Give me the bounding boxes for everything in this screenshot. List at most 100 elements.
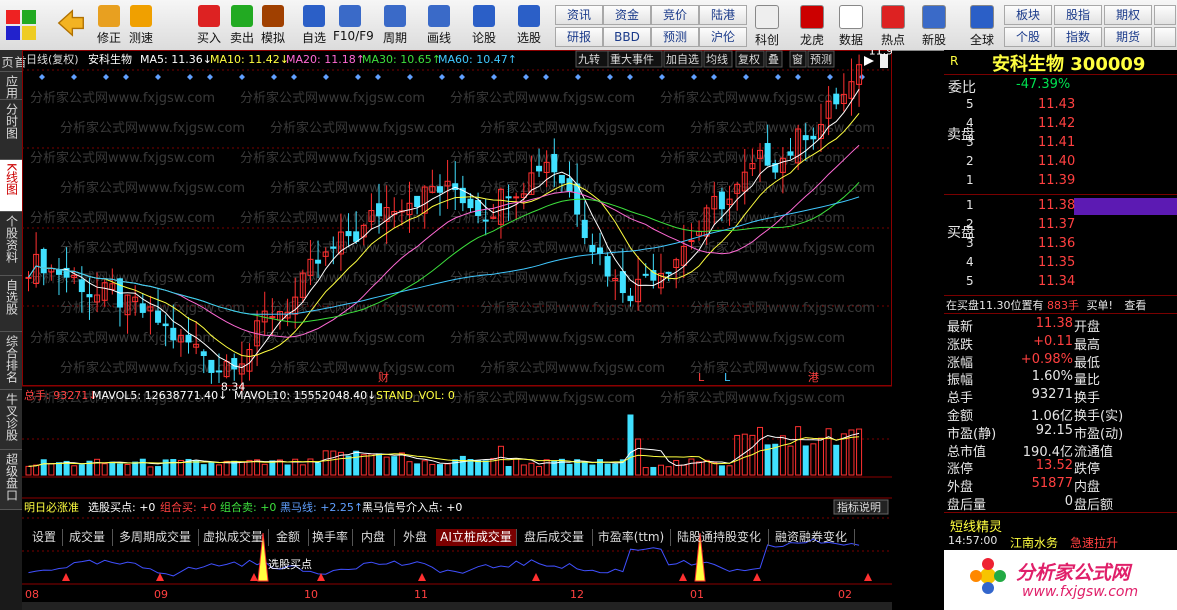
toolbar-right-button-3[interactable]: 热点 [876,2,910,48]
event-marker-icon[interactable] [711,74,717,80]
bid-price[interactable]: 11.38 [1038,198,1075,213]
event-marker-icon[interactable] [291,74,297,80]
event-marker-icon[interactable] [207,74,213,80]
event-marker-icon[interactable] [71,74,77,80]
event-marker-icon[interactable] [575,74,581,80]
bid-price[interactable]: 11.34 [1038,274,1075,289]
more-button[interactable] [1154,5,1176,25]
event-marker-icon[interactable] [543,74,549,80]
indicator-tab-0[interactable]: 设置 [26,529,63,546]
toolbar-button-4[interactable]: 模拟 [256,2,290,48]
event-marker-icon[interactable] [523,74,529,80]
event-marker-icon[interactable] [187,74,193,80]
bid-price[interactable]: 11.35 [1038,255,1075,270]
indicator-tab-9[interactable]: 盘后成交量 [516,529,593,546]
event-marker-icon[interactable] [103,74,109,80]
chart-scrollbar[interactable] [22,602,892,610]
sidebar-item-5[interactable]: 自选股 [0,276,22,332]
indicator-tab-1[interactable]: 成交量 [62,529,113,546]
event-marker-icon[interactable] [691,74,697,80]
sidebar-item-1[interactable]: 应用 [0,72,22,100]
sidebar-item-7[interactable]: 牛叉诊股 [0,390,22,450]
event-marker-icon[interactable] [407,74,413,80]
event-marker-icon[interactable] [775,74,781,80]
ask-price[interactable]: 11.40 [1038,154,1075,169]
event-marker-icon[interactable] [491,74,497,80]
kline-chart-area[interactable]: 12.1111.1210.139.14日线(复权)安科生物MA5: 11.36↓… [22,50,892,610]
indicator-tab-6[interactable]: 内盘 [352,529,395,546]
toolbar-button-2[interactable]: 买入 [192,2,226,48]
sidebar-item-3[interactable]: K线图 [0,160,22,212]
short-elf-stock[interactable]: 江南水务 [1010,534,1058,551]
event-marker-icon[interactable] [39,74,45,80]
ask-price[interactable]: 11.42 [1038,116,1075,131]
event-marker-icon[interactable] [271,74,277,80]
indicator-tab-10[interactable]: 市盈率(ttm) [592,529,671,546]
event-marker-icon[interactable] [155,74,161,80]
sidebar-item-2[interactable]: 分时图 [0,100,22,160]
indicator-tab-5[interactable]: 换手率 [308,529,353,546]
sidebar-item-6[interactable]: 综合排名 [0,332,22,390]
market-button-2[interactable]: 期权 [1104,5,1152,25]
toolbar-right-button-4[interactable]: 新股 [917,2,951,48]
toolbar-button-3[interactable]: 卖出 [225,2,259,48]
quick-button-row2-0[interactable]: 研报 [555,27,603,47]
toolbar-right-button-0[interactable]: 科创 [750,2,784,48]
back-button[interactable] [54,2,88,48]
sidebar-item-8[interactable]: 超级盘口 [0,450,22,510]
toolbar-button-1[interactable]: 测速 [124,2,158,48]
ask-price[interactable]: 11.41 [1038,135,1075,150]
sidebar-item-4[interactable]: 个股资料 [0,212,22,276]
event-marker-icon[interactable] [627,74,633,80]
indicator-tab-11[interactable]: 陆股通持股变化 [670,529,769,546]
toolbar-right-button-1[interactable]: 龙虎 [795,2,829,48]
quick-button-1[interactable]: 资金 [603,5,651,25]
event-marker-icon[interactable] [659,74,665,80]
toolbar-button-9[interactable]: 论股 [467,2,501,48]
quick-button-3[interactable]: 陆港 [699,5,747,25]
bid-price[interactable]: 11.36 [1038,236,1075,251]
event-marker-icon[interactable] [239,74,245,80]
event-marker-icon[interactable] [123,74,129,80]
toolbar-right-button-2[interactable]: 数据 [834,2,868,48]
toolbar-button-5[interactable]: 自选 [297,2,331,48]
ask-price[interactable]: 11.43 [1038,97,1075,112]
more-button-2[interactable] [1154,27,1176,47]
event-marker-icon[interactable] [795,74,801,80]
toolbar-button-7[interactable]: 周期 [378,2,412,48]
sidebar-item-0[interactable]: 首页 [0,50,27,72]
event-marker-icon[interactable] [607,74,613,80]
toolbar-button-8[interactable]: 画线 [422,2,456,48]
market-button-row2-2[interactable]: 期货 [1104,27,1152,47]
toolbar-button-0[interactable]: 修正 [92,2,126,48]
indicator-tab-4[interactable]: 金额 [268,529,309,546]
indicator-tab-2[interactable]: 多周期成交量 [112,529,199,546]
market-button-1[interactable]: 股指 [1054,5,1102,25]
quick-button-row2-3[interactable]: 沪伦 [699,27,747,47]
toolbar-right-button-5[interactable]: 全球 [965,2,999,48]
event-marker-icon[interactable] [323,74,329,80]
toolbar-button-6[interactable]: F10/F9 [333,2,374,48]
event-marker-icon[interactable] [743,74,749,80]
event-marker-icon[interactable] [827,74,833,80]
short-elf-title[interactable]: 短线精灵 [950,516,1002,535]
event-marker-icon[interactable] [439,74,445,80]
event-marker-icon[interactable] [375,74,381,80]
quick-button-2[interactable]: 竞价 [651,5,699,25]
indicator-tab-8[interactable]: AI立桩成交量 [436,529,517,546]
quick-button-0[interactable]: 资讯 [555,5,603,25]
market-button-0[interactable]: 板块 [1004,5,1052,25]
indicator-tab-3[interactable]: 虚拟成交量 [198,529,269,546]
ask-price[interactable]: 11.39 [1038,173,1075,188]
event-marker-icon[interactable] [355,74,361,80]
toolbar-button-10[interactable]: 选股 [512,2,546,48]
bid-price[interactable]: 11.37 [1038,217,1075,232]
indicator-tab-7[interactable]: 外盘 [394,529,437,546]
market-button-row2-1[interactable]: 指数 [1054,27,1102,47]
quick-button-row2-2[interactable]: 预测 [651,27,699,47]
market-button-row2-0[interactable]: 个股 [1004,27,1052,47]
order-alert-more-link[interactable]: 查看 [1124,299,1146,312]
event-marker-icon[interactable] [459,74,465,80]
indicator-tab-12[interactable]: 融资融券变化 [768,529,855,546]
quick-button-row2-1[interactable]: BBD [603,27,651,47]
